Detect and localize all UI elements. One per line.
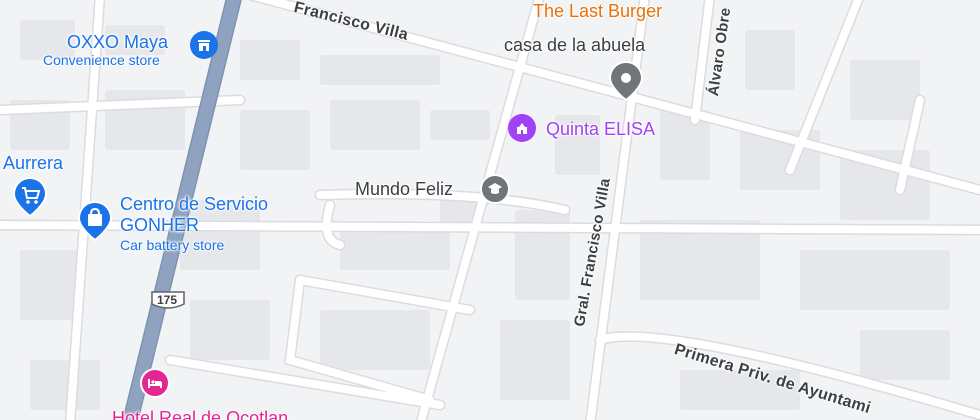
poi-name: Mundo Feliz — [355, 179, 454, 199]
poi-name: Hotel Real de Ocotlan — [112, 408, 289, 420]
school-icon[interactable] — [480, 174, 510, 204]
poi-name: casa de la abuela — [504, 35, 646, 55]
event-venue-icon[interactable] — [508, 114, 536, 142]
generic-pin-icon[interactable] — [608, 60, 644, 102]
store-icon[interactable] — [190, 31, 218, 59]
map-view[interactable]: Francisco Villa Gral. Francisco Villa Ál… — [0, 0, 980, 420]
highway-shield-number: 175 — [157, 293, 178, 307]
poi-name-line2: GONHER — [120, 215, 200, 235]
hotel-icon[interactable] — [140, 368, 170, 398]
poi-category: Car battery store — [120, 237, 225, 253]
poi-name: The Last Burger — [533, 1, 663, 21]
shopping-bag-icon[interactable] — [77, 200, 113, 242]
poi-name: Quinta ELISA — [546, 119, 656, 139]
poi-name: OXXO Maya — [67, 32, 169, 52]
poi-category: Convenience store — [43, 52, 160, 68]
poi-name: Centro de Servicio — [120, 194, 269, 214]
shopping-cart-icon[interactable] — [12, 176, 48, 218]
poi-name: Aurrera — [3, 153, 64, 173]
